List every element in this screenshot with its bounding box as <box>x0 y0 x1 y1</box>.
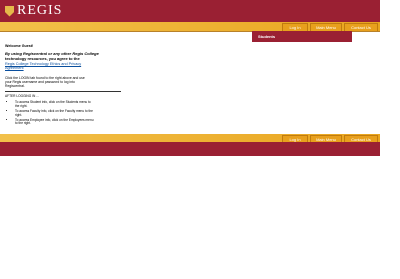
main-content: Welcome Guest! By using Regiscentral or … <box>5 44 123 127</box>
welcome-text: Welcome Guest! <box>5 44 34 48</box>
tab-students-label: Students <box>258 34 276 39</box>
agreement-text-line2: technology resources, you agree to the <box>5 56 80 61</box>
shield-icon <box>5 5 14 17</box>
after-login-heading: AFTER LOGGING IN ... <box>5 94 39 99</box>
instructions-list: To access Student info, click on the Stu… <box>5 101 95 126</box>
list-item: To access Employee info, click on the Em… <box>15 118 95 127</box>
divider <box>5 91 121 93</box>
regis-logo[interactable]: REGIS <box>5 4 62 18</box>
page: REGIS Log In Main Menu Contact Us Studen… <box>0 0 380 279</box>
logo-text: REGIS <box>17 3 63 18</box>
footer-bar <box>0 142 380 156</box>
header-bar: REGIS <box>0 0 380 22</box>
list-item: To access Student info, click on the Stu… <box>15 101 95 109</box>
footer-strip: Log In Main Menu Contact Us <box>0 134 380 144</box>
ethics-privacy-link[interactable]: Regis College Technology Ethics and Priv… <box>5 62 97 71</box>
list-item: To access Faculty info, click on the Fac… <box>15 109 95 118</box>
tab-students[interactable]: Students <box>252 31 352 42</box>
login-instructions: Click the LOGIN tab found to the right a… <box>5 76 85 89</box>
nav-strip: Log In Main Menu Contact Us <box>0 22 380 32</box>
